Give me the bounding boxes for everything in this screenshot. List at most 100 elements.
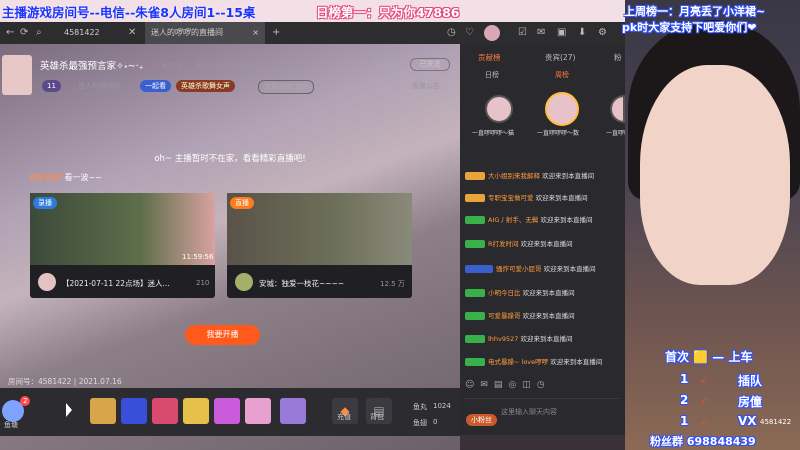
view-count: 12.5 万 (380, 280, 405, 288)
chat-row: 骚炸可爱小屁哥 欢迎来到本直播间 (465, 263, 596, 273)
play-arrow-icon[interactable] (66, 403, 78, 417)
section-subtitle: 看一波~~ (64, 173, 102, 182)
week-tab[interactable]: 周榜 (555, 70, 569, 80)
video-card-2[interactable]: 直播 安城：独爱一枝花~~~~ 12.5 万 (227, 193, 412, 298)
chat-user[interactable]: 大小姐别来我解释 (488, 172, 540, 180)
section-label: 精彩视频 (30, 173, 62, 182)
rocket-icon: ➶ (700, 375, 709, 386)
follow-button[interactable]: 已关注 (410, 58, 450, 71)
gift-item-6[interactable] (245, 398, 271, 424)
tab-title: 迷人的啰啰的直播间 (151, 28, 223, 37)
room-title: 英雄杀最强预言家✧˖~‧₊ (40, 61, 144, 72)
bag-label[interactable]: 背包 (370, 412, 384, 422)
message-icon[interactable]: ✉ (537, 22, 545, 44)
rule-4-text: VX (738, 414, 757, 428)
chat-badge (465, 335, 485, 343)
day-tab[interactable]: 日榜 (485, 70, 499, 80)
history-icon[interactable]: ◷ (447, 22, 456, 44)
level-badge: 11 (42, 80, 61, 92)
chat-user[interactable]: 可爱暴躁哥 (488, 312, 521, 320)
task-icon[interactable]: ☑ (518, 22, 527, 44)
tab-contribution[interactable]: 贡献榜 (478, 52, 501, 63)
chat-badge (465, 194, 485, 202)
gift-item-7[interactable] (280, 398, 306, 424)
chat-row: 可爱暴躁哥 欢迎来到本直播间 (465, 310, 575, 320)
rule-first: 首次 🟨 — 上车 (665, 350, 753, 364)
chat-message: 欢迎来到本直播间 (543, 265, 596, 273)
fan-group: 粉丝群 698848439 (650, 435, 756, 448)
recharge-label[interactable]: 充值 (337, 412, 351, 422)
view-count: 210 (196, 279, 210, 287)
download-icon[interactable]: ⬇ (578, 22, 586, 44)
group-tag: 一起看 (140, 80, 171, 92)
new-tab-icon[interactable]: + (272, 22, 280, 44)
chat-message: 欢迎来到本直播间 (520, 240, 573, 248)
tab-close[interactable]: × (252, 22, 259, 44)
section-title: 精彩视频 看一波~~ (30, 172, 102, 183)
rank-number: 38852 (373, 60, 399, 69)
gift-item-3[interactable] (152, 398, 178, 424)
chat-user[interactable]: AIG丿射手、无鬓 (488, 216, 538, 224)
chat-user[interactable]: lhhv9527 (488, 335, 518, 343)
gift-item-5[interactable] (214, 398, 240, 424)
tab-noble[interactable]: 贵宾(27) (545, 52, 575, 63)
chat-message: 欢迎来到本直播间 (520, 335, 573, 343)
gift-box-icon[interactable]: ▣ (557, 22, 566, 44)
video-card-1[interactable]: 录播 11:59:56 【2021-07-11 22点场】迷人... 210 (30, 193, 215, 298)
chat-user[interactable]: 电式暴躁~ love啰啰 (488, 358, 548, 366)
fire-icon: ♨ (152, 61, 159, 69)
user-avatar[interactable] (484, 25, 500, 41)
tab-fans[interactable]: 粉 (614, 52, 622, 63)
streamer-face (640, 65, 790, 285)
search-icon[interactable]: ⌕ (36, 22, 42, 44)
chat-badge (465, 289, 485, 297)
rank-2-avatar[interactable] (485, 95, 513, 123)
chat-row: R打发时间 欢迎来到本直播间 (465, 238, 573, 248)
mini-fan-tag: 小粉丝 (466, 414, 497, 426)
video-title: 安城：独爱一枝花~~~~ (259, 279, 345, 288)
replay-badge: 录播 (33, 197, 57, 209)
streamer-avatar[interactable] (2, 55, 32, 95)
chat-row: 大小姐别来我解释 欢迎来到本直播间 (465, 170, 594, 180)
name-tag: 迷人的啰啰的 (78, 82, 120, 90)
rule-2-num: 1 (680, 372, 689, 386)
rank-banner-text: 日榜第一：只为你47886 (316, 5, 460, 20)
video-duration: 11:59:56 (182, 253, 214, 261)
chat-user[interactable]: 专职宝宝做可爱 (488, 194, 534, 202)
rank-1-name: 一直啰啰啰～数 (537, 130, 580, 137)
rule-4-num: 1 (680, 414, 689, 428)
search-input[interactable]: 4581422 (58, 22, 106, 44)
uploader-avatar (38, 273, 56, 291)
chat-user[interactable]: R打发时间 (488, 240, 519, 248)
chat-row: lhhv9527 欢迎来到本直播间 (465, 333, 573, 343)
chat-message: 欢迎来到本直播间 (550, 358, 603, 366)
gift-item-4[interactable] (183, 398, 209, 424)
chat-user[interactable]: 骚炸可爱小屁哥 (496, 265, 542, 273)
start-stream-button[interactable]: 我要开播 (185, 325, 260, 345)
tab-room[interactable]: 迷人的啰啰的直播间 × (145, 22, 265, 44)
last-week-top: 上周榜一：月亮丢了小洋裙~ (624, 5, 766, 18)
back-icon[interactable]: ← (6, 22, 14, 44)
chat-message: 欢迎来到本直播间 (540, 216, 593, 224)
rank-1-avatar[interactable] (545, 92, 579, 126)
offline-message: oh~ 主播暂时不在家，看看精彩直播吧! (154, 154, 306, 164)
chat-badge (465, 312, 485, 320)
chat-row: 电式暴躁~ love啰啰 欢迎来到本直播间 (465, 356, 602, 366)
heart-icon[interactable]: ♡ (465, 22, 474, 44)
rank-2-name: 一直啰啰啰～猫 (472, 130, 515, 137)
category[interactable]: 卡司互娱 (270, 61, 298, 71)
notice-link[interactable]: 直播公告 (412, 81, 440, 91)
chat-user[interactable]: 小明今日比 (488, 289, 521, 297)
chat-row: 小明今日比 欢迎来到本直播间 (465, 287, 575, 297)
settings-icon[interactable]: ⚙ (598, 22, 607, 44)
gift-item-2[interactable] (121, 398, 147, 424)
fish-wing-value: 0 (433, 418, 438, 426)
refresh-icon[interactable]: ⟳ (20, 22, 28, 44)
close-search-icon[interactable]: ✕ (128, 22, 136, 44)
chat-row: AIG丿射手、无鬓 欢迎来到本直播间 (465, 214, 592, 224)
gift-item-1[interactable] (90, 398, 116, 424)
chat-tools[interactable]: ☺✉▤◎◫◷ (465, 380, 551, 390)
chat-message: 欢迎来到本直播间 (522, 289, 575, 297)
start-time: 2021-07-16 06:35 (197, 61, 261, 69)
chat-badge (465, 265, 493, 273)
